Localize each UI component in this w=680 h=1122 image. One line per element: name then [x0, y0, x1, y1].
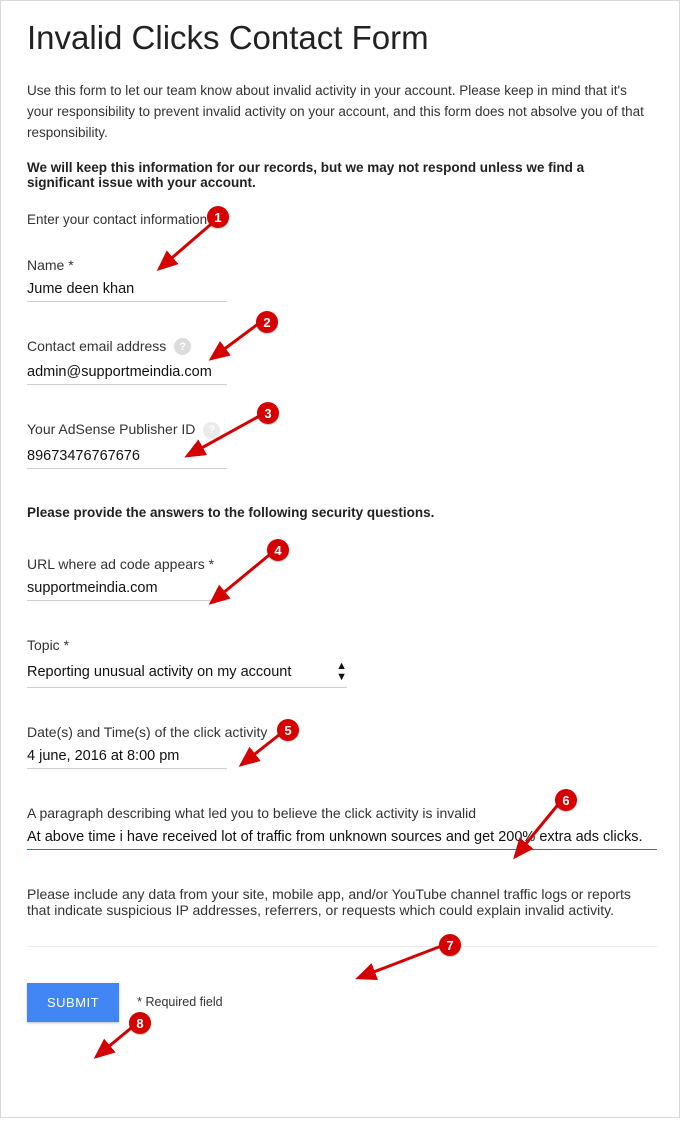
logs-label: Please include any data from your site, … — [27, 886, 653, 918]
dates-input[interactable] — [27, 746, 227, 769]
name-input[interactable] — [27, 279, 227, 302]
contact-heading: Enter your contact information — [27, 212, 653, 227]
help-icon[interactable]: ? — [203, 422, 220, 439]
help-icon[interactable]: ? — [174, 338, 191, 355]
page-title: Invalid Clicks Contact Form — [27, 19, 653, 57]
keep-notice: We will keep this information for our re… — [27, 160, 653, 190]
email-label: Contact email address ? — [27, 338, 653, 357]
intro-text: Use this form to let our team know about… — [27, 81, 653, 144]
required-note: * Required field — [137, 995, 222, 1009]
logs-input[interactable] — [27, 924, 657, 947]
submit-button[interactable]: SUBMIT — [27, 983, 119, 1022]
pubid-input[interactable] — [27, 446, 227, 469]
paragraph-label: A paragraph describing what led you to b… — [27, 805, 653, 821]
topic-selected-value: Reporting unusual activity on my account — [27, 664, 291, 680]
topic-label: Topic * — [27, 637, 653, 653]
name-label: Name * — [27, 257, 653, 273]
security-heading: Please provide the answers to the follow… — [27, 505, 653, 520]
url-input[interactable] — [27, 578, 227, 601]
email-input[interactable] — [27, 362, 227, 385]
chevron-updown-icon: ▲▼ — [336, 661, 347, 683]
dates-label: Date(s) and Time(s) of the click activit… — [27, 724, 653, 740]
url-label: URL where ad code appears * — [27, 556, 653, 572]
pubid-label: Your AdSense Publisher ID ? — [27, 421, 653, 440]
paragraph-input[interactable] — [27, 827, 657, 850]
topic-select[interactable]: Reporting unusual activity on my account… — [27, 659, 347, 688]
